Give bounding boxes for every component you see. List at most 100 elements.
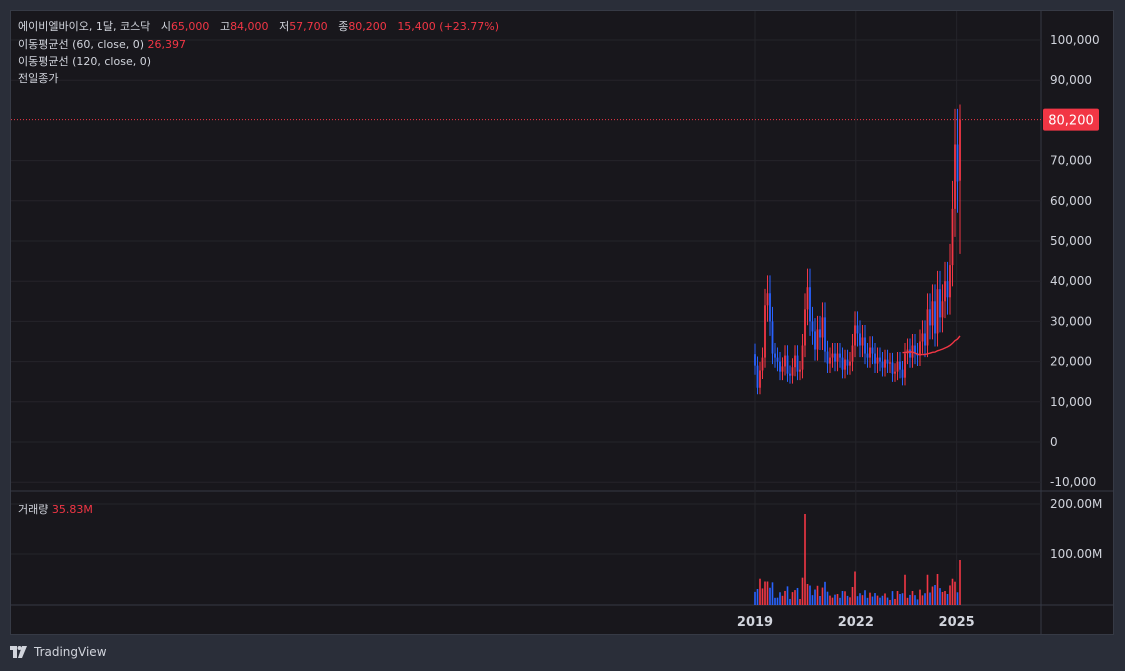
volume-bar: [851, 587, 854, 605]
volume-bar: [839, 597, 841, 605]
volume-bar: [876, 595, 879, 605]
volume-bar: [946, 594, 949, 605]
candle-body: [809, 287, 811, 322]
volume-bar: [941, 591, 944, 605]
candle-body: [819, 329, 821, 338]
candle-body: [844, 359, 846, 370]
candle-body: [791, 367, 794, 376]
volume-bar: [829, 595, 831, 605]
candle-body: [944, 281, 946, 302]
volume-bar: [911, 591, 914, 605]
candle-body: [776, 357, 779, 362]
tradingview-icon: [10, 646, 27, 658]
date-tick-label: 2019: [737, 615, 773, 630]
volume-bar: [916, 599, 919, 605]
candle-body: [821, 317, 824, 338]
candle-body: [811, 321, 814, 332]
candle-body: [806, 287, 809, 310]
candle-body: [764, 305, 766, 358]
candle-body: [894, 371, 896, 374]
volume-bar: [816, 585, 819, 605]
price-tick-label: 20,000: [1050, 355, 1092, 369]
volume-bar: [844, 591, 846, 605]
candle-body: [759, 370, 761, 388]
candle-body: [896, 361, 899, 372]
candle-body: [794, 355, 796, 368]
candle-body: [956, 144, 959, 182]
price-tick-label: 70,000: [1050, 154, 1092, 168]
price-tick-label: 30,000: [1050, 314, 1092, 328]
volume-bar: [856, 596, 859, 605]
volume-tick-label: 200.00M: [1050, 497, 1102, 511]
candle-body: [919, 341, 921, 356]
volume-bar: [879, 597, 881, 605]
legend-close-label: 종: [338, 20, 349, 33]
volume-bar: [786, 586, 789, 605]
candle-body: [856, 325, 859, 334]
candle-body: [866, 353, 869, 358]
price-tick-label: 10,000: [1050, 395, 1092, 409]
volume-bar: [891, 591, 894, 605]
volume-bar: [951, 578, 954, 605]
candle-body: [771, 321, 774, 354]
legend-volume-label: 거래량: [18, 503, 49, 516]
volume-bar: [886, 597, 889, 605]
candle-body: [891, 362, 894, 374]
price-tick-label: 40,000: [1050, 274, 1092, 288]
volume-bar: [954, 581, 956, 605]
legend-open: 65,000: [170, 20, 210, 33]
legend-change: 15,400 (+23.77%): [397, 20, 500, 33]
candle-body: [846, 359, 849, 366]
volume-bar: [854, 571, 856, 605]
legend-prev-close[interactable]: 전일종가: [18, 70, 58, 86]
candle-body: [799, 369, 801, 372]
price-tick-label: 60,000: [1050, 194, 1092, 208]
volume-bar: [871, 596, 874, 605]
legend-low-label: 저: [279, 20, 290, 33]
volume-bar: [794, 590, 796, 605]
legend-prev-close-label: 전일종가: [18, 72, 59, 85]
volume-bar: [944, 591, 946, 605]
volume-bar: [921, 595, 924, 605]
volume-bar: [906, 597, 909, 605]
candle-body: [946, 281, 949, 298]
ma60-line: [902, 335, 961, 356]
candle-body: [861, 337, 864, 346]
candle-body: [796, 355, 799, 372]
candle-body: [879, 357, 881, 362]
volume-bar: [819, 596, 821, 605]
volume-bar: [754, 591, 756, 605]
volume-tick-label: 100.00M: [1050, 547, 1102, 561]
chart-canvas[interactable]: 100,000 90,000 70,000 60,000 50,000 40,000 30,…: [0, 0, 1125, 671]
price-tick-label: -10,000: [1050, 475, 1096, 489]
legend-ma120[interactable]: 이동평균선 (120, close, 0): [18, 53, 151, 69]
volume-bar: [799, 599, 801, 605]
volume-bar: [866, 597, 869, 605]
candle-body: [839, 353, 841, 358]
price-tick-label: 90,000: [1050, 73, 1092, 87]
volume-bar: [756, 589, 759, 605]
volume-bar: [864, 590, 866, 605]
candle-body: [941, 301, 944, 318]
volume-bar: [899, 594, 901, 605]
current-price-label: 80,200: [1048, 114, 1094, 129]
candle-body: [786, 355, 789, 374]
volume-bar: [931, 586, 934, 605]
volume-bar: [919, 589, 921, 605]
candle-body: [756, 365, 759, 388]
candle-body: [841, 357, 844, 370]
candle-body: [801, 345, 804, 370]
candle-body: [899, 361, 901, 370]
tradingview-logo[interactable]: TradingView: [10, 645, 107, 659]
legend-ma60-label: 이동평균선 (60, close, 0): [18, 38, 144, 51]
volume-bar: [861, 595, 864, 605]
volume-bar: [924, 593, 926, 605]
candle-body: [909, 349, 911, 358]
legend-ma120-label: 이동평균선 (120, close, 0): [18, 55, 151, 68]
candle-body: [881, 361, 884, 368]
legend-volume[interactable]: 거래량 35.83M: [18, 501, 93, 517]
candle-body: [804, 309, 806, 346]
legend-ma60[interactable]: 이동평균선 (60, close, 0) 26,397: [18, 36, 186, 52]
candle-body: [761, 357, 764, 371]
volume-bar: [869, 592, 871, 605]
